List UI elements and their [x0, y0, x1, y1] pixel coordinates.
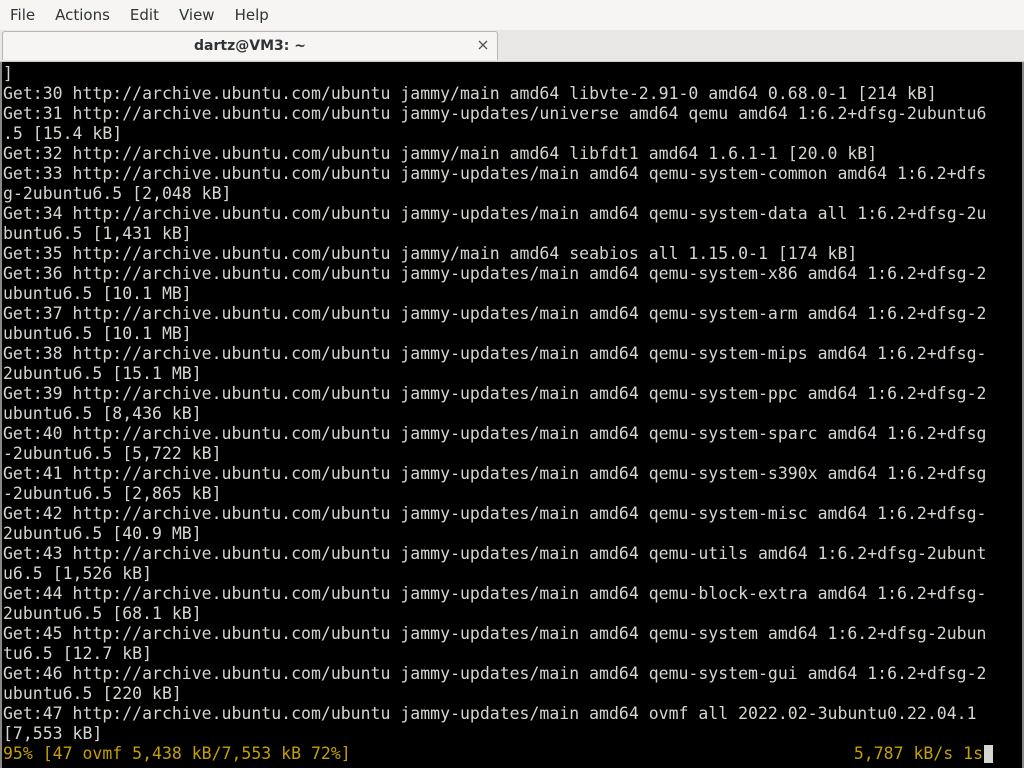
- terminal-line: Get:36 http://archive.ubuntu.com/ubuntu …: [3, 264, 987, 283]
- terminal-line: ubuntu6.5 [8,436 kB]: [3, 404, 202, 423]
- apt-progress-line: 95% [47 ovmf 5,438 kB/7,553 kB 72%] 5,78…: [3, 744, 993, 764]
- terminal-line: Get:31 http://archive.ubuntu.com/ubuntu …: [3, 104, 987, 123]
- menu-view[interactable]: View: [169, 0, 225, 30]
- terminal-line: Get:40 http://archive.ubuntu.com/ubuntu …: [3, 424, 987, 443]
- menu-actions[interactable]: Actions: [45, 0, 120, 30]
- terminal-line: u6.5 [1,526 kB]: [3, 564, 153, 583]
- menubar: File Actions Edit View Help: [0, 0, 1024, 30]
- terminal-line: Get:42 http://archive.ubuntu.com/ubuntu …: [3, 504, 987, 523]
- terminal-line: Get:30 http://archive.ubuntu.com/ubuntu …: [3, 84, 937, 103]
- terminal-line: ]: [3, 64, 13, 83]
- tab-bar: dartz@VM3: ~: [0, 30, 1024, 62]
- terminal-area[interactable]: ] Get:30 http://archive.ubuntu.com/ubuntu…: [0, 62, 1024, 768]
- terminal-line: Get:41 http://archive.ubuntu.com/ubuntu …: [3, 464, 987, 483]
- tab-terminal[interactable]: dartz@VM3: ~: [2, 31, 498, 60]
- terminal-output: ] Get:30 http://archive.ubuntu.com/ubuntu…: [3, 64, 986, 744]
- terminal-line: Get:37 http://archive.ubuntu.com/ubuntu …: [3, 304, 987, 323]
- apt-download-speed: 5,787 kB/s 1s: [853, 744, 983, 763]
- terminal-line: g-2ubuntu6.5 [2,048 kB]: [3, 184, 232, 203]
- menu-edit[interactable]: Edit: [120, 0, 169, 30]
- tab-title: dartz@VM3: ~: [194, 38, 306, 54]
- terminal-line: Get:44 http://archive.ubuntu.com/ubuntu …: [3, 584, 987, 603]
- terminal-line: -2ubuntu6.5 [5,722 kB]: [3, 444, 222, 463]
- terminal-line: ubuntu6.5 [220 kB]: [3, 684, 182, 703]
- terminal-line: Get:46 http://archive.ubuntu.com/ubuntu …: [3, 664, 987, 683]
- terminal-line: tu6.5 [12.7 kB]: [3, 644, 153, 663]
- terminal-line: Get:35 http://archive.ubuntu.com/ubuntu …: [3, 244, 858, 263]
- terminal-cursor: [984, 745, 993, 763]
- terminal-line: 2ubuntu6.5 [15.1 MB]: [3, 364, 202, 383]
- apt-progress-status: 95% [47 ovmf 5,438 kB/7,553 kB 72%]: [3, 744, 351, 763]
- terminal-line: .5 [15.4 kB]: [3, 124, 123, 143]
- terminal-window: File Actions Edit View Help dartz@VM3: ~…: [0, 0, 1024, 768]
- terminal-line: Get:38 http://archive.ubuntu.com/ubuntu …: [3, 344, 987, 363]
- terminal-line: [7,553 kB]: [3, 724, 103, 743]
- terminal-line: 2ubuntu6.5 [68.1 kB]: [3, 604, 202, 623]
- terminal-line: Get:34 http://archive.ubuntu.com/ubuntu …: [3, 204, 987, 223]
- terminal-line: -2ubuntu6.5 [2,865 kB]: [3, 484, 222, 503]
- terminal-line: Get:32 http://archive.ubuntu.com/ubuntu …: [3, 144, 878, 163]
- terminal-line: ubuntu6.5 [10.1 MB]: [3, 324, 192, 343]
- menu-file[interactable]: File: [0, 0, 45, 30]
- terminal-line: Get:39 http://archive.ubuntu.com/ubuntu …: [3, 384, 987, 403]
- menu-help[interactable]: Help: [225, 0, 279, 30]
- terminal-line: Get:43 http://archive.ubuntu.com/ubuntu …: [3, 544, 987, 563]
- terminal-line: ubuntu6.5 [10.1 MB]: [3, 284, 192, 303]
- terminal-line: Get:45 http://archive.ubuntu.com/ubuntu …: [3, 624, 987, 643]
- terminal-line: 2ubuntu6.5 [40.9 MB]: [3, 524, 202, 543]
- terminal-line: buntu6.5 [1,431 kB]: [3, 224, 192, 243]
- close-icon[interactable]: [475, 37, 491, 53]
- terminal-line: Get:47 http://archive.ubuntu.com/ubuntu …: [3, 704, 977, 723]
- terminal-line: Get:33 http://archive.ubuntu.com/ubuntu …: [3, 164, 987, 183]
